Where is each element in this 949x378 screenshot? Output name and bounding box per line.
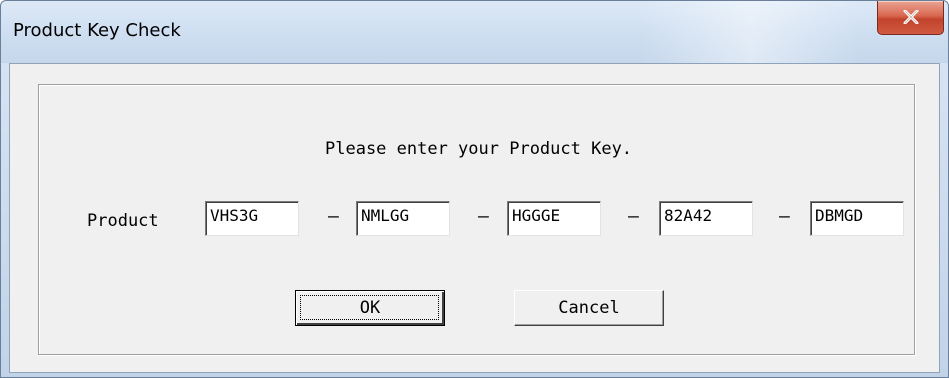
key-part-4-input[interactable]: 82A42 xyxy=(659,201,753,236)
product-key-label: Product Key: xyxy=(87,211,159,231)
cancel-button[interactable]: Cancel xyxy=(514,290,664,326)
key-separator-4: – xyxy=(779,206,790,227)
prompt-text: Please enter your Product Key. xyxy=(325,139,633,159)
title-bar[interactable]: Product Key Check xyxy=(1,1,948,63)
key-separator-1: – xyxy=(328,206,339,227)
key-part-1-input[interactable]: VHS3G xyxy=(205,201,299,236)
cancel-button-label: Cancel xyxy=(558,298,620,318)
dialog-window: Product Key Check Please enter your Prod… xyxy=(0,0,949,378)
ok-button[interactable]: OK xyxy=(295,290,445,326)
key-separator-2: – xyxy=(478,206,489,227)
key-part-3-input[interactable]: HGGGE xyxy=(507,201,601,236)
key-part-5-input[interactable]: DBMGD xyxy=(810,201,904,236)
focus-rectangle xyxy=(300,295,439,320)
window-title: Product Key Check xyxy=(13,20,181,41)
key-separator-3: – xyxy=(628,206,639,227)
key-part-2-input[interactable]: NMLGG xyxy=(356,201,450,236)
group-box: Please enter your Product Key. Product K… xyxy=(38,84,915,355)
close-button[interactable] xyxy=(877,1,944,35)
close-x-icon xyxy=(903,10,919,24)
dialog-client-area: Please enter your Product Key. Product K… xyxy=(9,63,940,373)
